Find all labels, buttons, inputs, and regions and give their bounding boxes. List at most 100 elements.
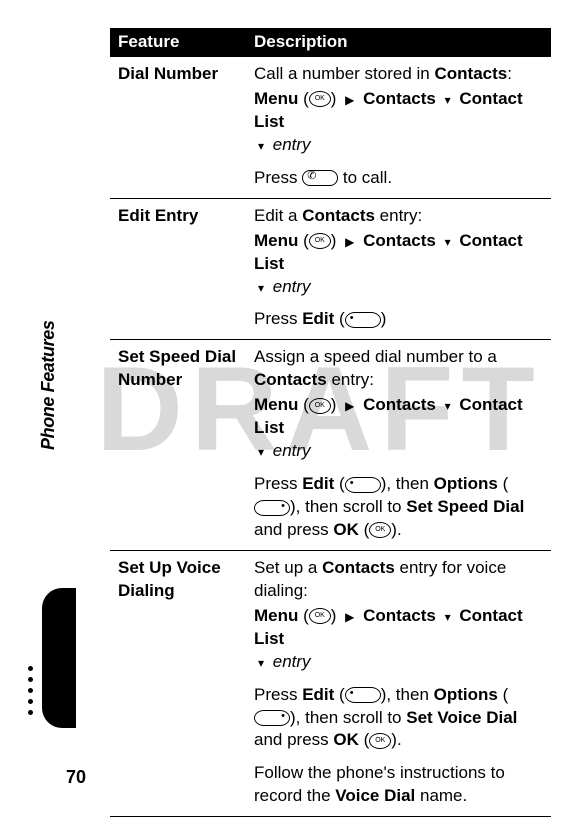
nav-menu-label: Menu bbox=[254, 606, 298, 625]
side-tab-graphic bbox=[42, 588, 76, 728]
left-softkey-icon bbox=[345, 477, 381, 493]
text: entry: bbox=[327, 370, 374, 389]
arrow-down-icon: ▾ bbox=[258, 445, 264, 459]
nav-entry-italic: entry bbox=[273, 652, 311, 671]
target-label: Set Speed Dial bbox=[406, 497, 524, 516]
description-cell: Set up a Contacts entry for voice dialin… bbox=[246, 550, 551, 816]
press-instruction: Press to call. bbox=[254, 167, 543, 190]
arrow-down-icon: ▾ bbox=[258, 656, 264, 670]
text: Press bbox=[254, 309, 302, 328]
nav-path: Menu (OK) ▶ Contacts ▾ Contact List ▾ en… bbox=[254, 605, 543, 674]
text: Assign a speed dial number to a bbox=[254, 347, 497, 366]
ok-label: OK bbox=[333, 730, 359, 749]
text: , then scroll to bbox=[296, 497, 407, 516]
table-row: Edit Entry Edit a Contacts entry: Menu (… bbox=[110, 198, 551, 340]
binding-dots bbox=[28, 660, 33, 721]
text: Press bbox=[254, 685, 302, 704]
bold-term: Contacts bbox=[322, 558, 395, 577]
table-header-row: Feature Description bbox=[110, 28, 551, 57]
arrow-right-icon: ▶ bbox=[345, 610, 354, 624]
text: and press bbox=[254, 730, 333, 749]
call-key-icon bbox=[302, 170, 338, 186]
nav-entry-italic: entry bbox=[273, 135, 311, 154]
feature-cell: Set Speed Dial Number bbox=[110, 340, 246, 551]
edit-label: Edit bbox=[302, 685, 334, 704]
text: , then scroll to bbox=[296, 708, 407, 727]
text: : bbox=[507, 64, 512, 83]
nav-entry-italic: entry bbox=[273, 277, 311, 296]
nav-contacts-label: Contacts bbox=[363, 89, 436, 108]
section-label: Phone Features bbox=[38, 321, 59, 450]
left-softkey-icon bbox=[345, 312, 381, 328]
text: . bbox=[397, 520, 402, 539]
ok-key-icon: OK bbox=[309, 233, 331, 249]
arrow-right-icon: ▶ bbox=[345, 399, 354, 413]
feature-cell: Dial Number bbox=[110, 57, 246, 199]
description-cell: Call a number stored in Contacts: Menu (… bbox=[246, 57, 551, 199]
arrow-right-icon: ▶ bbox=[345, 93, 354, 107]
bold-term: Contacts bbox=[434, 64, 507, 83]
text: . bbox=[397, 730, 402, 749]
nav-path: Menu (OK) ▶ Contacts ▾ Contact List ▾ en… bbox=[254, 230, 543, 299]
arrow-down-icon: ▾ bbox=[258, 281, 264, 295]
nav-menu-label: Menu bbox=[254, 89, 298, 108]
edit-label: Edit bbox=[302, 309, 334, 328]
feature-table: Feature Description Dial Number Call a n… bbox=[110, 28, 551, 817]
feature-cell: Edit Entry bbox=[110, 198, 246, 340]
page-number: 70 bbox=[66, 767, 86, 788]
description-cell: Edit a Contacts entry: Menu (OK) ▶ Conta… bbox=[246, 198, 551, 340]
text: entry: bbox=[375, 206, 422, 225]
text: name. bbox=[415, 786, 467, 805]
text: to call. bbox=[338, 168, 392, 187]
nav-contacts-label: Contacts bbox=[363, 395, 436, 414]
text: , then bbox=[386, 685, 433, 704]
nav-menu-label: Menu bbox=[254, 395, 298, 414]
arrow-down-icon: ▾ bbox=[258, 139, 264, 153]
ok-key-icon: OK bbox=[309, 91, 331, 107]
col-header-feature: Feature bbox=[110, 28, 246, 57]
options-label: Options bbox=[434, 685, 498, 704]
table-row: Dial Number Call a number stored in Cont… bbox=[110, 57, 551, 199]
ok-label: OK bbox=[333, 520, 359, 539]
nav-menu-label: Menu bbox=[254, 231, 298, 250]
nav-contacts-label: Contacts bbox=[363, 231, 436, 250]
page-content: Feature Description Dial Number Call a n… bbox=[0, 0, 581, 817]
bold-term: Contacts bbox=[254, 370, 327, 389]
options-label: Options bbox=[434, 474, 498, 493]
right-softkey-icon bbox=[254, 710, 290, 726]
nav-contacts-label: Contacts bbox=[363, 606, 436, 625]
text: Set up a bbox=[254, 558, 322, 577]
description-cell: Assign a speed dial number to a Contacts… bbox=[246, 340, 551, 551]
left-softkey-icon bbox=[345, 687, 381, 703]
text: Press bbox=[254, 168, 302, 187]
bold-term: Voice Dial bbox=[335, 786, 415, 805]
arrow-down-icon: ▾ bbox=[445, 235, 451, 249]
ok-key-icon: OK bbox=[309, 398, 331, 414]
ok-key-icon: OK bbox=[369, 733, 391, 749]
follow-instruction: Follow the phone's instructions to recor… bbox=[254, 762, 543, 808]
arrow-down-icon: ▾ bbox=[445, 399, 451, 413]
text: , then bbox=[386, 474, 433, 493]
edit-label: Edit bbox=[302, 474, 334, 493]
table-row: Set Speed Dial Number Assign a speed dia… bbox=[110, 340, 551, 551]
text: Edit a bbox=[254, 206, 302, 225]
ok-key-icon: OK bbox=[369, 522, 391, 538]
press-instruction: Press Edit (), then Options (), then scr… bbox=[254, 473, 543, 542]
ok-key-icon: OK bbox=[309, 608, 331, 624]
text: Press bbox=[254, 474, 302, 493]
col-header-description: Description bbox=[246, 28, 551, 57]
feature-cell: Set Up Voice Dialing bbox=[110, 550, 246, 816]
text: and press bbox=[254, 520, 333, 539]
press-instruction: Press Edit () bbox=[254, 308, 543, 331]
press-instruction: Press Edit (), then Options (), then scr… bbox=[254, 684, 543, 753]
target-label: Set Voice Dial bbox=[406, 708, 517, 727]
table-row: Set Up Voice Dialing Set up a Contacts e… bbox=[110, 550, 551, 816]
nav-path: Menu (OK) ▶ Contacts ▾ Contact List ▾ en… bbox=[254, 394, 543, 463]
bold-term: Contacts bbox=[302, 206, 375, 225]
arrow-down-icon: ▾ bbox=[445, 93, 451, 107]
right-softkey-icon bbox=[254, 500, 290, 516]
text: Call a number stored in bbox=[254, 64, 434, 83]
arrow-right-icon: ▶ bbox=[345, 235, 354, 249]
nav-path: Menu (OK) ▶ Contacts ▾ Contact List ▾ en… bbox=[254, 88, 543, 157]
nav-entry-italic: entry bbox=[273, 441, 311, 460]
